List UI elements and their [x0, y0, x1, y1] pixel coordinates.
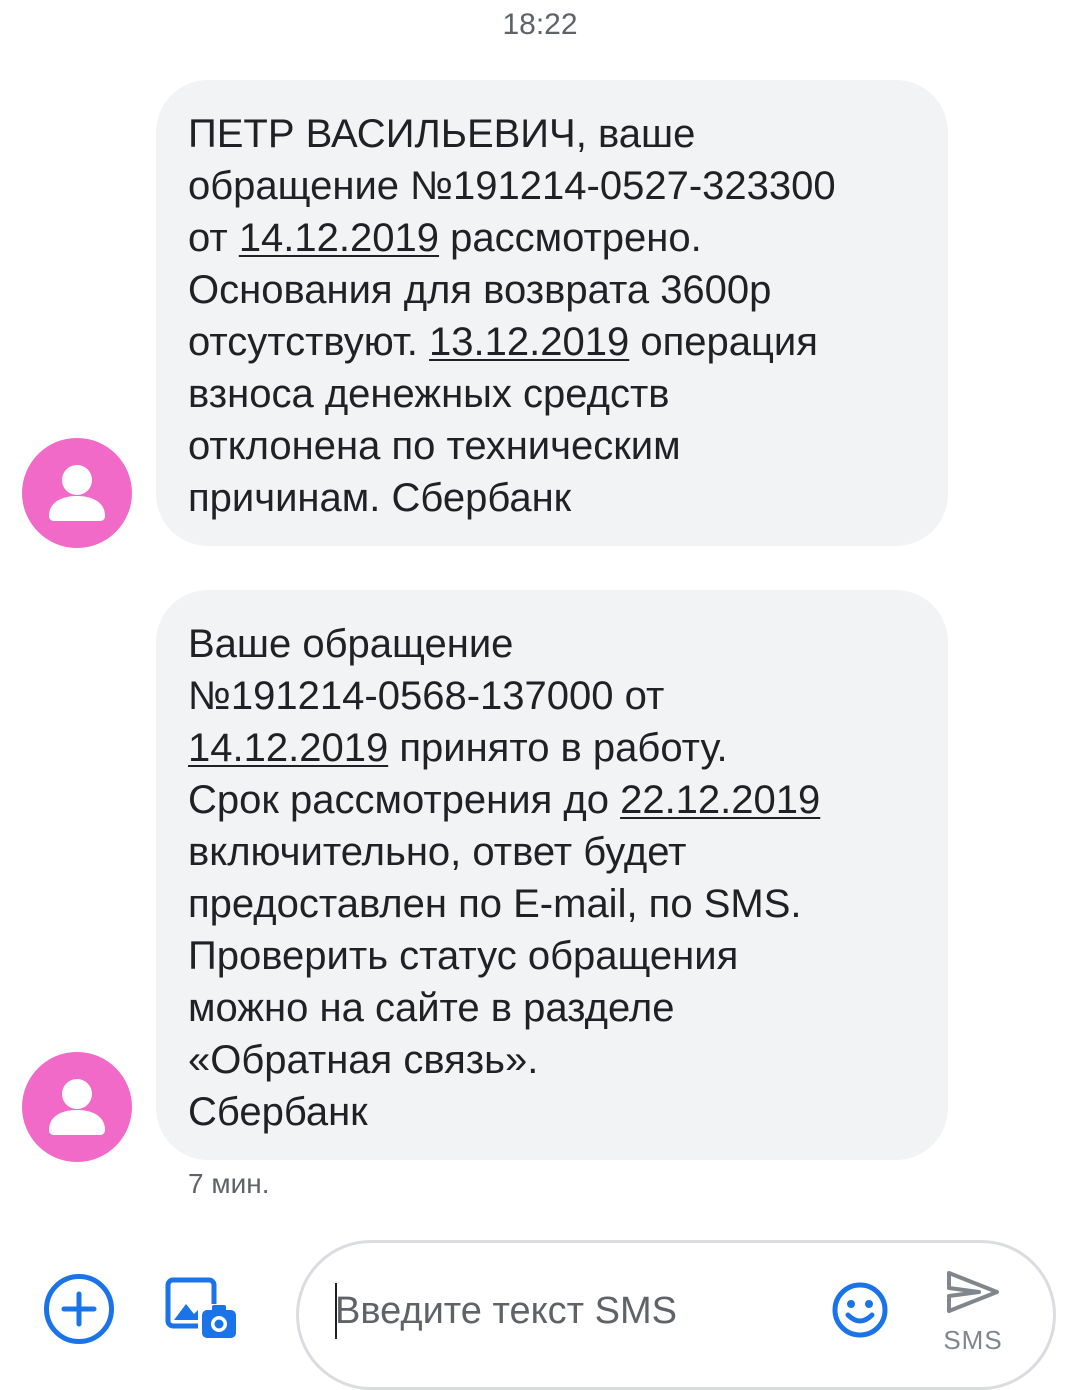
- sender-avatar[interactable]: [22, 1052, 132, 1162]
- message-text: «Обратная связь».: [188, 1038, 539, 1082]
- add-circle-icon: [61, 1291, 97, 1327]
- message-text: причинам. Сбербанк: [188, 476, 572, 520]
- date-link[interactable]: 13.12.2019: [429, 320, 629, 364]
- add-attachment-button[interactable]: [44, 1274, 114, 1344]
- message-line: взноса денежных средств: [188, 368, 918, 420]
- send-button[interactable]: SMS: [933, 1263, 1013, 1373]
- compose-box[interactable]: SMS: [296, 1240, 1056, 1390]
- emoji-button[interactable]: [831, 1281, 889, 1339]
- emoji-icon: [832, 1282, 888, 1338]
- date-link[interactable]: 14.12.2019: [188, 726, 388, 770]
- message-text: включительно, ответ будет: [188, 830, 687, 874]
- message-line: отсутствуют. 13.12.2019 операция: [188, 316, 918, 368]
- message-text: Ваше обращение: [188, 622, 514, 666]
- message-time: 7 мин.: [188, 1168, 270, 1199]
- message-line: №191214-0568-137000 от: [188, 670, 918, 722]
- message-line: ПЕТР ВАСИЛЬЕВИЧ, ваше: [188, 108, 918, 160]
- date-link[interactable]: 22.12.2019: [620, 778, 820, 822]
- message-line: отклонена по техническим: [188, 420, 918, 472]
- message-line: включительно, ответ будет: [188, 826, 918, 878]
- message-text: взноса денежных средств: [188, 372, 670, 416]
- message-line: обращение №191214-0527-323300: [188, 160, 918, 212]
- add-photo-icon: [165, 1277, 238, 1338]
- message-text: обращение №191214-0527-323300: [188, 164, 836, 208]
- message-text: Сбербанк: [188, 1090, 368, 1134]
- message-text: отклонена по техническим: [188, 424, 681, 468]
- message-text: предоставлен по E-mail, по SMS.: [188, 882, 802, 926]
- message-line: 14.12.2019 принято в работу.: [188, 722, 918, 774]
- send-icon: [947, 1271, 999, 1313]
- person-icon: [49, 465, 105, 521]
- message-text: отсутствуют.: [188, 320, 430, 364]
- message-text: Срок рассмотрения до: [188, 778, 621, 822]
- message-text: №191214-0568-137000 от: [188, 674, 665, 718]
- text-cursor: [335, 1283, 337, 1339]
- conversation-timestamp: 18:22: [502, 8, 578, 41]
- message-line: Основания для возврата 3600р: [188, 264, 918, 316]
- gallery-button[interactable]: [164, 1272, 240, 1342]
- person-icon: [49, 1079, 105, 1135]
- message-text: рассмотрено.: [439, 216, 702, 260]
- message-line: «Обратная связь».: [188, 1034, 918, 1086]
- date-link[interactable]: 14.12.2019: [239, 216, 439, 260]
- message-line: можно на сайте в разделе: [188, 982, 918, 1034]
- message-bubble[interactable]: Ваше обращение №191214-0568-137000 от 14.1…: [156, 590, 948, 1160]
- sms-input[interactable]: [335, 1279, 805, 1343]
- message-text: операция: [629, 320, 818, 364]
- message-text: от: [188, 216, 239, 260]
- message-bubble[interactable]: ПЕТР ВАСИЛЬЕВИЧ, ваше обращение №191214-0…: [156, 80, 948, 546]
- send-label: SMS: [943, 1325, 1003, 1355]
- message-line: предоставлен по E-mail, по SMS.: [188, 878, 918, 930]
- message-line: от 14.12.2019 рассмотрено.: [188, 212, 918, 264]
- message-text: Проверить статус обращения: [188, 934, 739, 978]
- message-line: Сбербанк: [188, 1086, 918, 1138]
- message-text: принято в работу.: [388, 726, 728, 770]
- message-text: можно на сайте в разделе: [188, 986, 675, 1030]
- sender-avatar[interactable]: [22, 438, 132, 548]
- message-line: Ваше обращение: [188, 618, 918, 670]
- message-line: Срок рассмотрения до 22.12.2019: [188, 774, 918, 826]
- message-text: ПЕТР ВАСИЛЬЕВИЧ, ваше: [188, 112, 696, 156]
- message-line: причинам. Сбербанк: [188, 472, 918, 524]
- message-line: Проверить статус обращения: [188, 930, 918, 982]
- message-text: Основания для возврата 3600р: [188, 268, 772, 312]
